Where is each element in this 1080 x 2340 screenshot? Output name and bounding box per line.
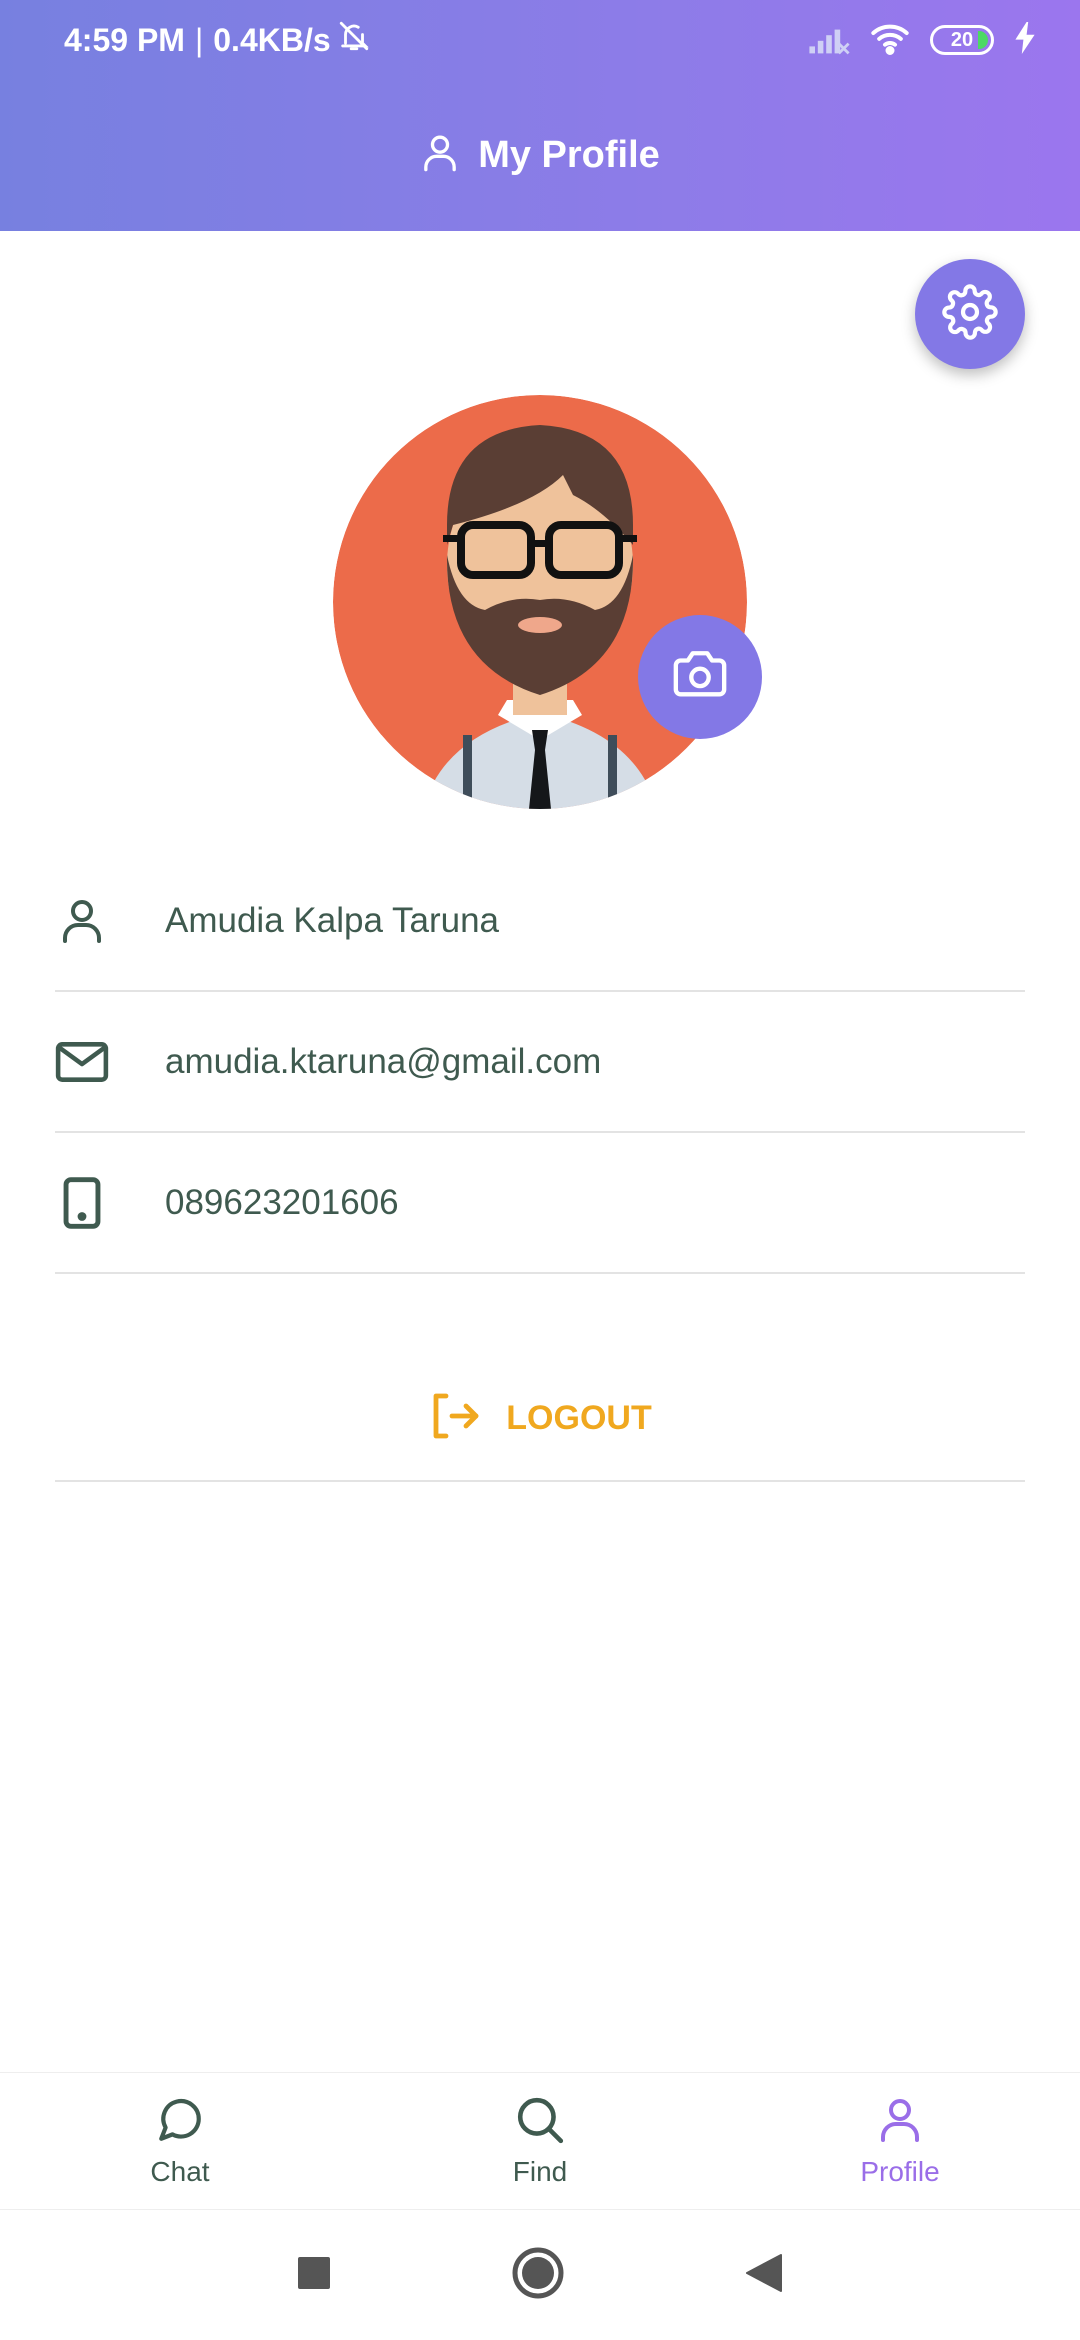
app-header: My Profile (0, 80, 1080, 231)
avatar-container (333, 395, 762, 809)
system-navigation-bar (0, 2210, 1080, 2340)
signal-icon (808, 21, 850, 60)
status-net-speed: 0.4KB/s (213, 21, 331, 58)
back-triangle-icon[interactable] (745, 2253, 783, 2298)
mail-icon (27, 1040, 137, 1084)
change-photo-button[interactable] (638, 615, 762, 739)
charging-icon (1014, 21, 1036, 59)
camera-icon (671, 650, 729, 705)
gear-icon (942, 283, 998, 345)
tab-find[interactable]: Find (360, 2073, 720, 2209)
status-right: 20 (808, 21, 1036, 60)
phone-icon (27, 1176, 137, 1230)
status-left: 4:59 PM | 0.4KB/s (64, 19, 371, 61)
profile-email-row[interactable]: amudia.ktaruna@gmail.com (55, 993, 1025, 1133)
tab-find-label: Find (512, 2155, 568, 2187)
user-icon (876, 2095, 924, 2150)
user-icon (420, 132, 460, 179)
avatar[interactable] (333, 395, 747, 809)
battery-level: 20 (950, 28, 974, 51)
profile-name-row[interactable]: Amudia Kalpa Taruna (55, 852, 1025, 992)
bell-off-icon (337, 19, 371, 61)
wifi-icon (870, 21, 910, 60)
profile-email: amudia.ktaruna@gmail.com (165, 1042, 602, 1081)
tab-chat-label: Chat (150, 2155, 210, 2187)
recents-square-icon[interactable] (297, 2256, 331, 2295)
status-bar: 4:59 PM | 0.4KB/s 20 (0, 0, 1080, 80)
profile-phone: 089623201606 (165, 1183, 399, 1222)
profile-phone-row[interactable]: 089623201606 (55, 1134, 1025, 1274)
status-time: 4:59 PM (64, 21, 185, 58)
page-title: My Profile (478, 134, 660, 176)
profile-name: Amudia Kalpa Taruna (165, 901, 500, 940)
bottom-navigation: Chat Find Profile (0, 2072, 1080, 2210)
status-separator: | (194, 21, 204, 58)
logout-button[interactable]: LOGOUT (55, 1356, 1025, 1482)
battery-icon: 20 (930, 25, 994, 55)
search-icon (515, 2095, 565, 2150)
home-circle-icon[interactable] (511, 2246, 565, 2305)
tab-profile-label: Profile (860, 2155, 940, 2187)
logout-label: LOGOUT (506, 1398, 652, 1437)
tab-profile[interactable]: Profile (720, 2073, 1080, 2209)
chat-bubble-icon (155, 2095, 205, 2150)
user-icon (27, 896, 137, 946)
logout-icon (428, 1391, 480, 1446)
tab-chat[interactable]: Chat (0, 2073, 360, 2209)
settings-button[interactable] (915, 259, 1025, 369)
